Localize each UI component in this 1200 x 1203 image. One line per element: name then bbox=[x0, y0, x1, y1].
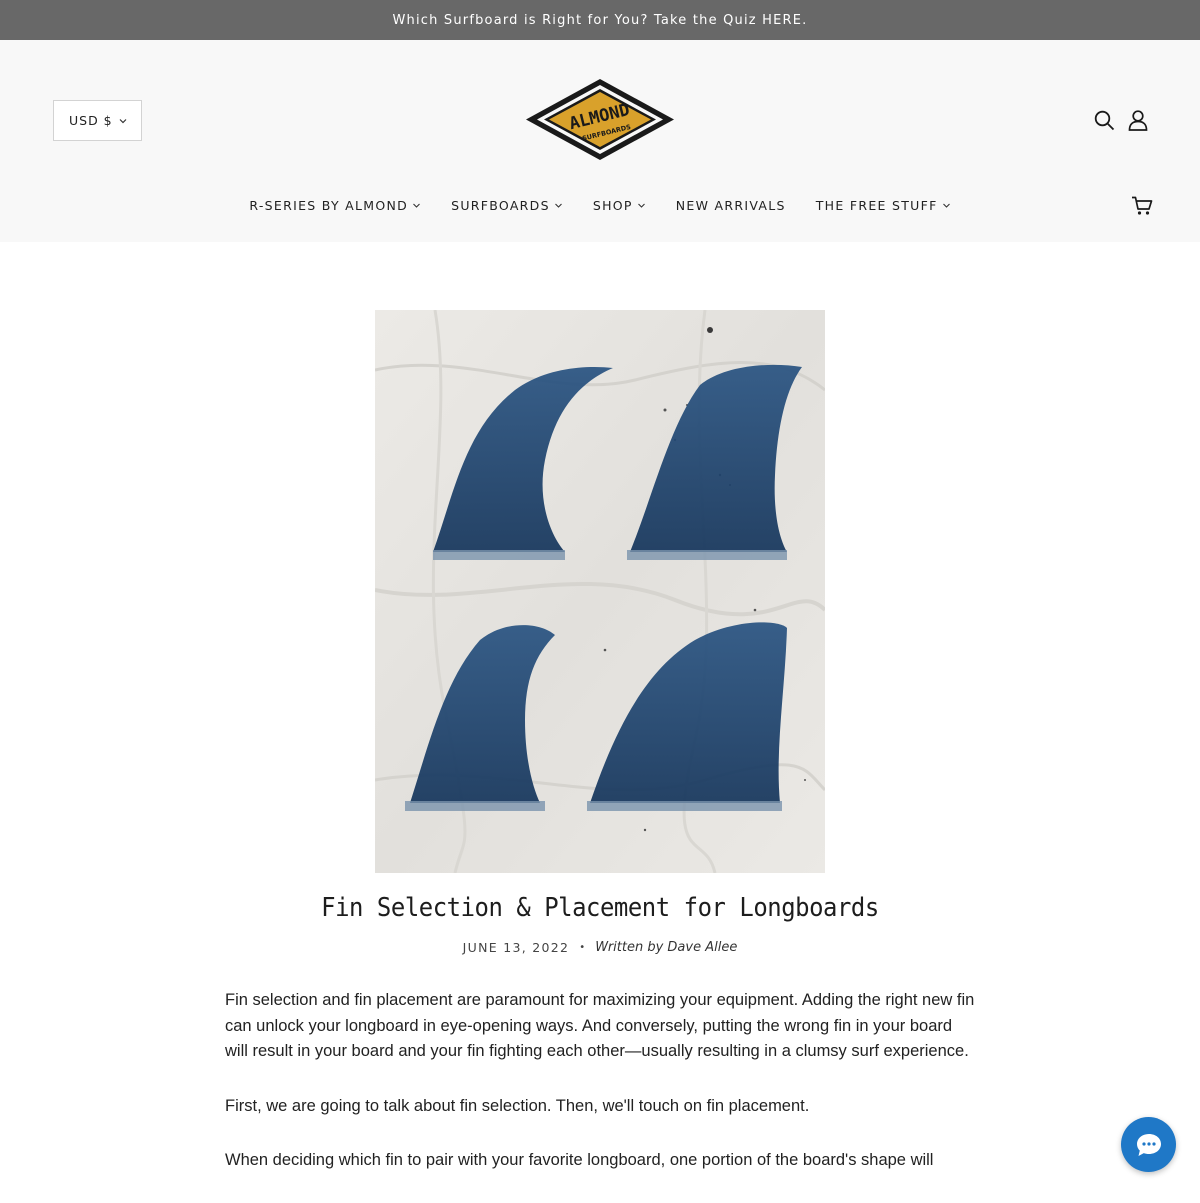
article-author: Written by Dave Allee bbox=[595, 940, 738, 955]
article-paragraph: Fin selection and fin placement are para… bbox=[225, 991, 975, 1060]
article-title: Fin Selection & Placement for Longboards bbox=[321, 893, 879, 923]
site-header: USD $ ALMOND SURFBOARDS R-SERIES BY ALMO… bbox=[0, 40, 1200, 242]
search-icon[interactable] bbox=[1094, 110, 1115, 131]
cart-icon[interactable] bbox=[1131, 196, 1153, 216]
nav-item-label: SURFBOARDS bbox=[451, 198, 550, 213]
chevron-down-icon bbox=[412, 201, 421, 210]
article-paragraph: First, we are going to talk about fin se… bbox=[225, 1096, 810, 1115]
account-icon[interactable] bbox=[1128, 110, 1148, 131]
article-hero-image bbox=[375, 310, 825, 873]
nav-item-label: THE FREE STUFF bbox=[815, 198, 938, 213]
article-meta: JUNE 13, 2022 • Written by Dave Allee bbox=[0, 940, 1200, 955]
nav-item-shop[interactable]: SHOP bbox=[593, 198, 646, 213]
currency-value: USD $ bbox=[69, 113, 113, 128]
chevron-down-icon bbox=[637, 201, 646, 210]
article-date: JUNE 13, 2022 bbox=[462, 940, 570, 955]
chevron-down-icon bbox=[942, 201, 951, 210]
chat-widget-button[interactable] bbox=[1121, 1117, 1176, 1172]
nav-item-label: R-SERIES BY ALMOND bbox=[249, 198, 409, 213]
nav-item-r-series[interactable]: R-SERIES BY ALMOND bbox=[249, 198, 421, 213]
chevron-down-icon bbox=[554, 201, 563, 210]
nav-item-label: NEW ARRIVALS bbox=[675, 198, 786, 213]
nav-item-label: SHOP bbox=[592, 198, 633, 213]
site-logo[interactable]: ALMOND SURFBOARDS bbox=[523, 77, 677, 162]
announcement-text[interactable]: Which Surfboard is Right for You? Take t… bbox=[392, 13, 807, 28]
article-body: Fin selection and fin placement are para… bbox=[225, 988, 975, 1203]
meta-separator: • bbox=[579, 942, 586, 953]
currency-selector[interactable]: USD $ bbox=[53, 100, 142, 141]
nav-item-surfboards[interactable]: SURFBOARDS bbox=[451, 198, 563, 213]
main-nav: R-SERIES BY ALMOND SURFBOARDS SHOP NEW A… bbox=[0, 198, 1200, 213]
chevron-down-icon bbox=[118, 114, 128, 129]
nav-item-new-arrivals[interactable]: NEW ARRIVALS bbox=[676, 198, 786, 213]
nav-item-free-stuff[interactable]: THE FREE STUFF bbox=[816, 198, 951, 213]
article-paragraph: When deciding which fin to pair with you… bbox=[225, 1151, 934, 1169]
announcement-bar[interactable]: Which Surfboard is Right for You? Take t… bbox=[0, 0, 1200, 40]
chat-bubble-icon bbox=[1135, 1132, 1163, 1158]
